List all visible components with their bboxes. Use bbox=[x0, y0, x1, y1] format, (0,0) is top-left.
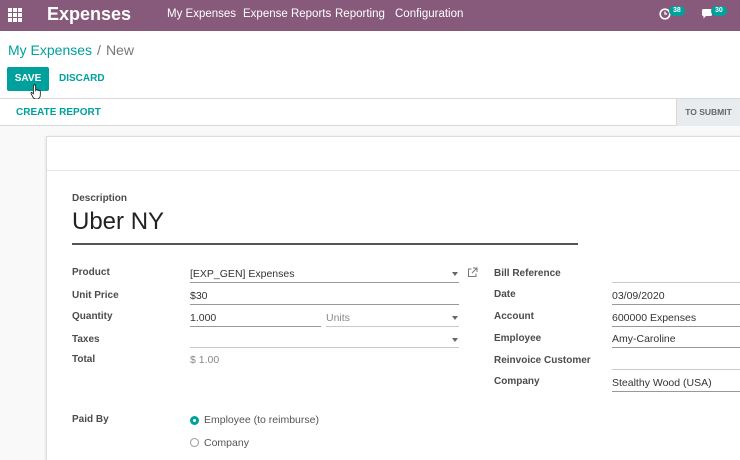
description-underline bbox=[72, 243, 578, 245]
employee-field[interactable]: Amy-Caroline bbox=[612, 333, 676, 345]
product-dropdown-caret[interactable] bbox=[452, 272, 458, 276]
product-underline bbox=[190, 282, 459, 283]
date-field[interactable]: 03/09/2020 bbox=[612, 290, 665, 302]
uom-underline bbox=[326, 326, 459, 327]
pointer-cursor-icon bbox=[30, 84, 41, 100]
status-bar: CREATE REPORT TO SUBMIT bbox=[0, 99, 740, 126]
company-label: Company bbox=[494, 376, 540, 387]
account-underline bbox=[612, 326, 740, 327]
discard-button[interactable]: DISCARD bbox=[59, 73, 105, 84]
menu-my-expenses[interactable]: My Expenses bbox=[167, 8, 236, 20]
paid-by-employee-radio[interactable] bbox=[190, 416, 199, 425]
employee-underline bbox=[612, 347, 740, 348]
external-link-icon[interactable] bbox=[467, 267, 478, 278]
unit-price-underline bbox=[190, 304, 459, 305]
taxes-underline bbox=[190, 347, 459, 348]
messages-badge: 30 bbox=[711, 6, 727, 16]
control-panel: My Expenses / New SAVE DISCARD bbox=[0, 31, 740, 99]
apps-grid-icon[interactable] bbox=[8, 8, 22, 22]
bill-reference-underline bbox=[612, 282, 740, 283]
menu-configuration[interactable]: Configuration bbox=[395, 8, 463, 20]
quantity-underline bbox=[190, 326, 321, 327]
reinvoice-customer-underline bbox=[612, 369, 740, 370]
app-brand[interactable]: Expenses bbox=[47, 4, 131, 25]
breadcrumb: My Expenses / New bbox=[8, 42, 134, 58]
breadcrumb-my-expenses[interactable]: My Expenses bbox=[8, 42, 92, 58]
menu-expense-reports[interactable]: Expense Reports bbox=[243, 8, 331, 20]
date-label: Date bbox=[494, 289, 516, 300]
save-button[interactable]: SAVE bbox=[7, 67, 49, 91]
bill-reference-label: Bill Reference bbox=[494, 268, 561, 279]
reinvoice-customer-label: Reinvoice Customer bbox=[494, 355, 591, 366]
top-navbar: Expenses My Expenses Expense Reports Rep… bbox=[0, 0, 740, 31]
description-label: Description bbox=[72, 193, 128, 204]
product-field[interactable]: [EXP_GEN] Expenses bbox=[190, 268, 294, 280]
unit-price-field[interactable]: $30 bbox=[190, 290, 208, 302]
create-report-button[interactable]: CREATE REPORT bbox=[16, 107, 101, 118]
unit-price-label: Unit Price bbox=[72, 290, 119, 301]
account-field[interactable]: 600000 Expenses bbox=[612, 312, 696, 324]
paid-by-company-radio[interactable] bbox=[190, 438, 199, 447]
breadcrumb-current: New bbox=[105, 42, 134, 58]
date-underline bbox=[612, 304, 740, 305]
paid-by-employee-label[interactable]: Employee (to reimburse) bbox=[204, 414, 319, 426]
uom-field[interactable]: Units bbox=[326, 312, 350, 324]
description-input[interactable]: Uber NY bbox=[72, 208, 164, 236]
account-label: Account bbox=[494, 311, 534, 322]
employee-label: Employee bbox=[494, 333, 542, 344]
taxes-label: Taxes bbox=[72, 334, 100, 345]
quantity-label: Quantity bbox=[72, 311, 113, 322]
total-value: $ 1.00 bbox=[190, 354, 220, 366]
paid-by-label: Paid By bbox=[72, 414, 109, 425]
paid-by-company-label[interactable]: Company bbox=[204, 437, 249, 449]
product-label: Product bbox=[72, 267, 110, 278]
breadcrumb-separator: / bbox=[97, 42, 101, 58]
uom-dropdown-caret[interactable] bbox=[452, 316, 458, 320]
company-underline bbox=[612, 391, 740, 392]
taxes-dropdown-caret[interactable] bbox=[452, 338, 458, 342]
total-label: Total bbox=[72, 354, 96, 365]
sheet-divider bbox=[47, 170, 740, 171]
stage-to-submit[interactable]: TO SUBMIT bbox=[676, 99, 740, 126]
menu-reporting[interactable]: Reporting bbox=[335, 8, 385, 20]
activity-badge: 38 bbox=[669, 6, 685, 16]
company-field[interactable]: Stealthy Wood (USA) bbox=[612, 377, 712, 389]
quantity-field[interactable]: 1.000 bbox=[190, 312, 216, 324]
